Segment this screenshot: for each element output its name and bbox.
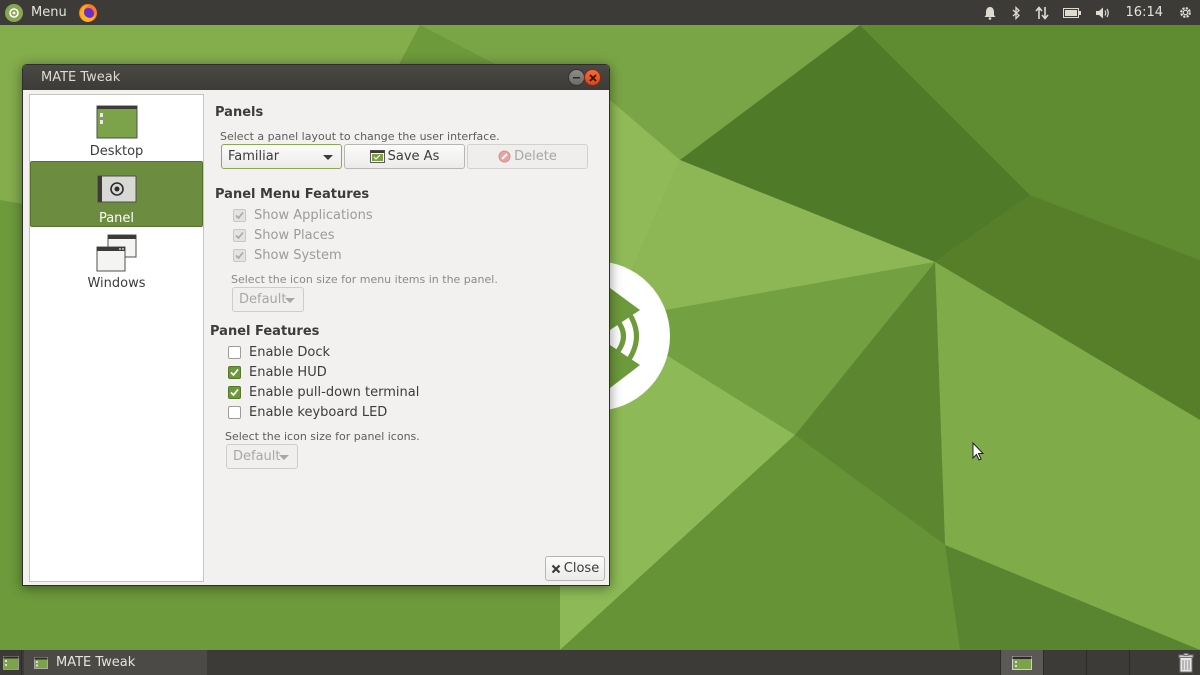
panels-hint: Select a panel layout to change the user… [220, 130, 500, 143]
checkbox-label: Enable pull-down terminal [249, 384, 420, 400]
panels-section-title: Panels [215, 105, 264, 120]
menu-label: Menu [31, 5, 67, 20]
top-panel: Menu 16:14 [0, 0, 1200, 25]
chevron-down-icon [285, 298, 295, 303]
save-as-label: Save As [387, 149, 440, 164]
mate-tweak-window: MATE Tweak Desktop Panel Windows Panels … [22, 64, 610, 586]
checkbox-checked-icon [228, 385, 241, 399]
sidebar-item-desktop[interactable]: Desktop [30, 95, 203, 161]
close-x-icon [551, 564, 561, 574]
checkbox-label: Enable keyboard LED [249, 404, 388, 420]
panel-icon-size-hint: Select the icon size for panel icons. [225, 430, 420, 443]
sidebar-item-label: Panel [98, 211, 135, 226]
close-label: Close [563, 561, 600, 576]
enable-dock-checkbox[interactable]: Enable Dock [228, 343, 330, 361]
panel-layout-value: Familiar [228, 149, 280, 164]
minimize-icon [573, 77, 580, 79]
bell-icon[interactable] [976, 0, 1004, 25]
enable-keyboard-led-checkbox[interactable]: Enable keyboard LED [228, 403, 387, 421]
mouse-cursor-icon [972, 442, 985, 461]
checkbox-unchecked-icon [228, 405, 241, 419]
show-desktop-icon [2, 655, 19, 670]
window-title: MATE Tweak [41, 70, 121, 85]
network-icon[interactable] [1028, 0, 1056, 25]
delete-label: Delete [514, 149, 557, 164]
sidebar-item-windows[interactable]: Windows [30, 227, 203, 293]
menu-icon-size-hint: Select the icon size for menu items in t… [231, 273, 498, 286]
mate-tweak-app-icon [34, 656, 48, 669]
bottom-panel: MATE Tweak [0, 650, 1200, 675]
show-applications-checkbox[interactable]: Show Applications [233, 206, 373, 224]
enable-pull-down-terminal-checkbox[interactable]: Enable pull-down terminal [228, 383, 419, 401]
windows-icon [95, 234, 139, 273]
bluetooth-icon[interactable] [1004, 0, 1028, 25]
workspace-1[interactable] [1000, 650, 1043, 675]
clock[interactable]: 16:14 [1118, 5, 1171, 20]
checkbox-checked-icon [233, 228, 246, 242]
chevron-down-icon [323, 155, 333, 160]
checkbox-label: Show Applications [254, 207, 373, 223]
sidebar-item-label: Desktop [89, 144, 144, 159]
workspace-window-thumbnail-icon [1012, 655, 1032, 670]
window-titlebar[interactable]: MATE Tweak [23, 65, 609, 90]
chevron-down-icon [279, 455, 289, 460]
panel-features-title: Panel Features [210, 324, 320, 339]
workspace-4[interactable] [1129, 650, 1172, 675]
workspace-2[interactable] [1043, 650, 1086, 675]
show-places-checkbox[interactable]: Show Places [233, 226, 335, 244]
enable-hud-checkbox[interactable]: Enable HUD [228, 363, 327, 381]
checkbox-checked-icon [228, 365, 241, 379]
gear-icon[interactable] [1171, 0, 1200, 25]
sidebar: Desktop Panel Windows [29, 94, 204, 582]
show-system-checkbox[interactable]: Show System [233, 246, 342, 264]
trash-icon[interactable] [1174, 651, 1198, 674]
close-icon [588, 73, 597, 82]
delete-icon [498, 150, 511, 163]
sidebar-item-label: Windows [87, 276, 146, 291]
checkbox-unchecked-icon [228, 345, 241, 359]
panel-settings-content: Panels Select a panel layout to change t… [209, 94, 607, 584]
window-controls [568, 69, 601, 86]
checkbox-checked-icon [233, 208, 246, 222]
volume-icon[interactable] [1088, 0, 1118, 25]
checkbox-label: Show System [254, 247, 342, 263]
checkbox-label: Enable Dock [249, 344, 331, 360]
sidebar-item-panel[interactable]: Panel [30, 161, 203, 227]
panel-icon [97, 170, 137, 208]
system-tray: 16:14 [976, 0, 1200, 25]
show-desktop-button[interactable] [0, 650, 22, 675]
desktop-icon [96, 103, 138, 141]
firefox-launcher-icon[interactable] [77, 2, 99, 24]
checkbox-label: Enable HUD [249, 364, 327, 380]
save-as-button[interactable]: Save As [344, 144, 465, 169]
battery-icon[interactable] [1056, 0, 1088, 25]
ubuntu-mate-logo-icon [5, 3, 23, 22]
panel-menu-features-title: Panel Menu Features [215, 187, 370, 202]
panel-layout-select[interactable]: Familiar [221, 144, 342, 169]
panel-icon-size-value: Default [233, 449, 281, 464]
panel-icon-size-select[interactable]: Default [226, 444, 298, 469]
workspace-3[interactable] [1086, 650, 1129, 675]
save-as-icon [369, 150, 385, 163]
taskbar-button-mate-tweak[interactable]: MATE Tweak [24, 650, 207, 675]
minimize-button[interactable] [568, 69, 585, 86]
delete-button[interactable]: Delete [467, 144, 588, 169]
main-menu-button[interactable]: Menu [0, 0, 73, 25]
menu-icon-size-value: Default [239, 292, 287, 307]
workspace-switcher [1000, 650, 1172, 675]
close-button[interactable]: Close [545, 556, 605, 581]
checkbox-label: Show Places [254, 227, 335, 243]
checkbox-checked-icon [233, 248, 246, 262]
menu-icon-size-select[interactable]: Default [232, 287, 304, 312]
close-window-button[interactable] [584, 69, 601, 86]
taskbar-button-label: MATE Tweak [56, 655, 136, 670]
